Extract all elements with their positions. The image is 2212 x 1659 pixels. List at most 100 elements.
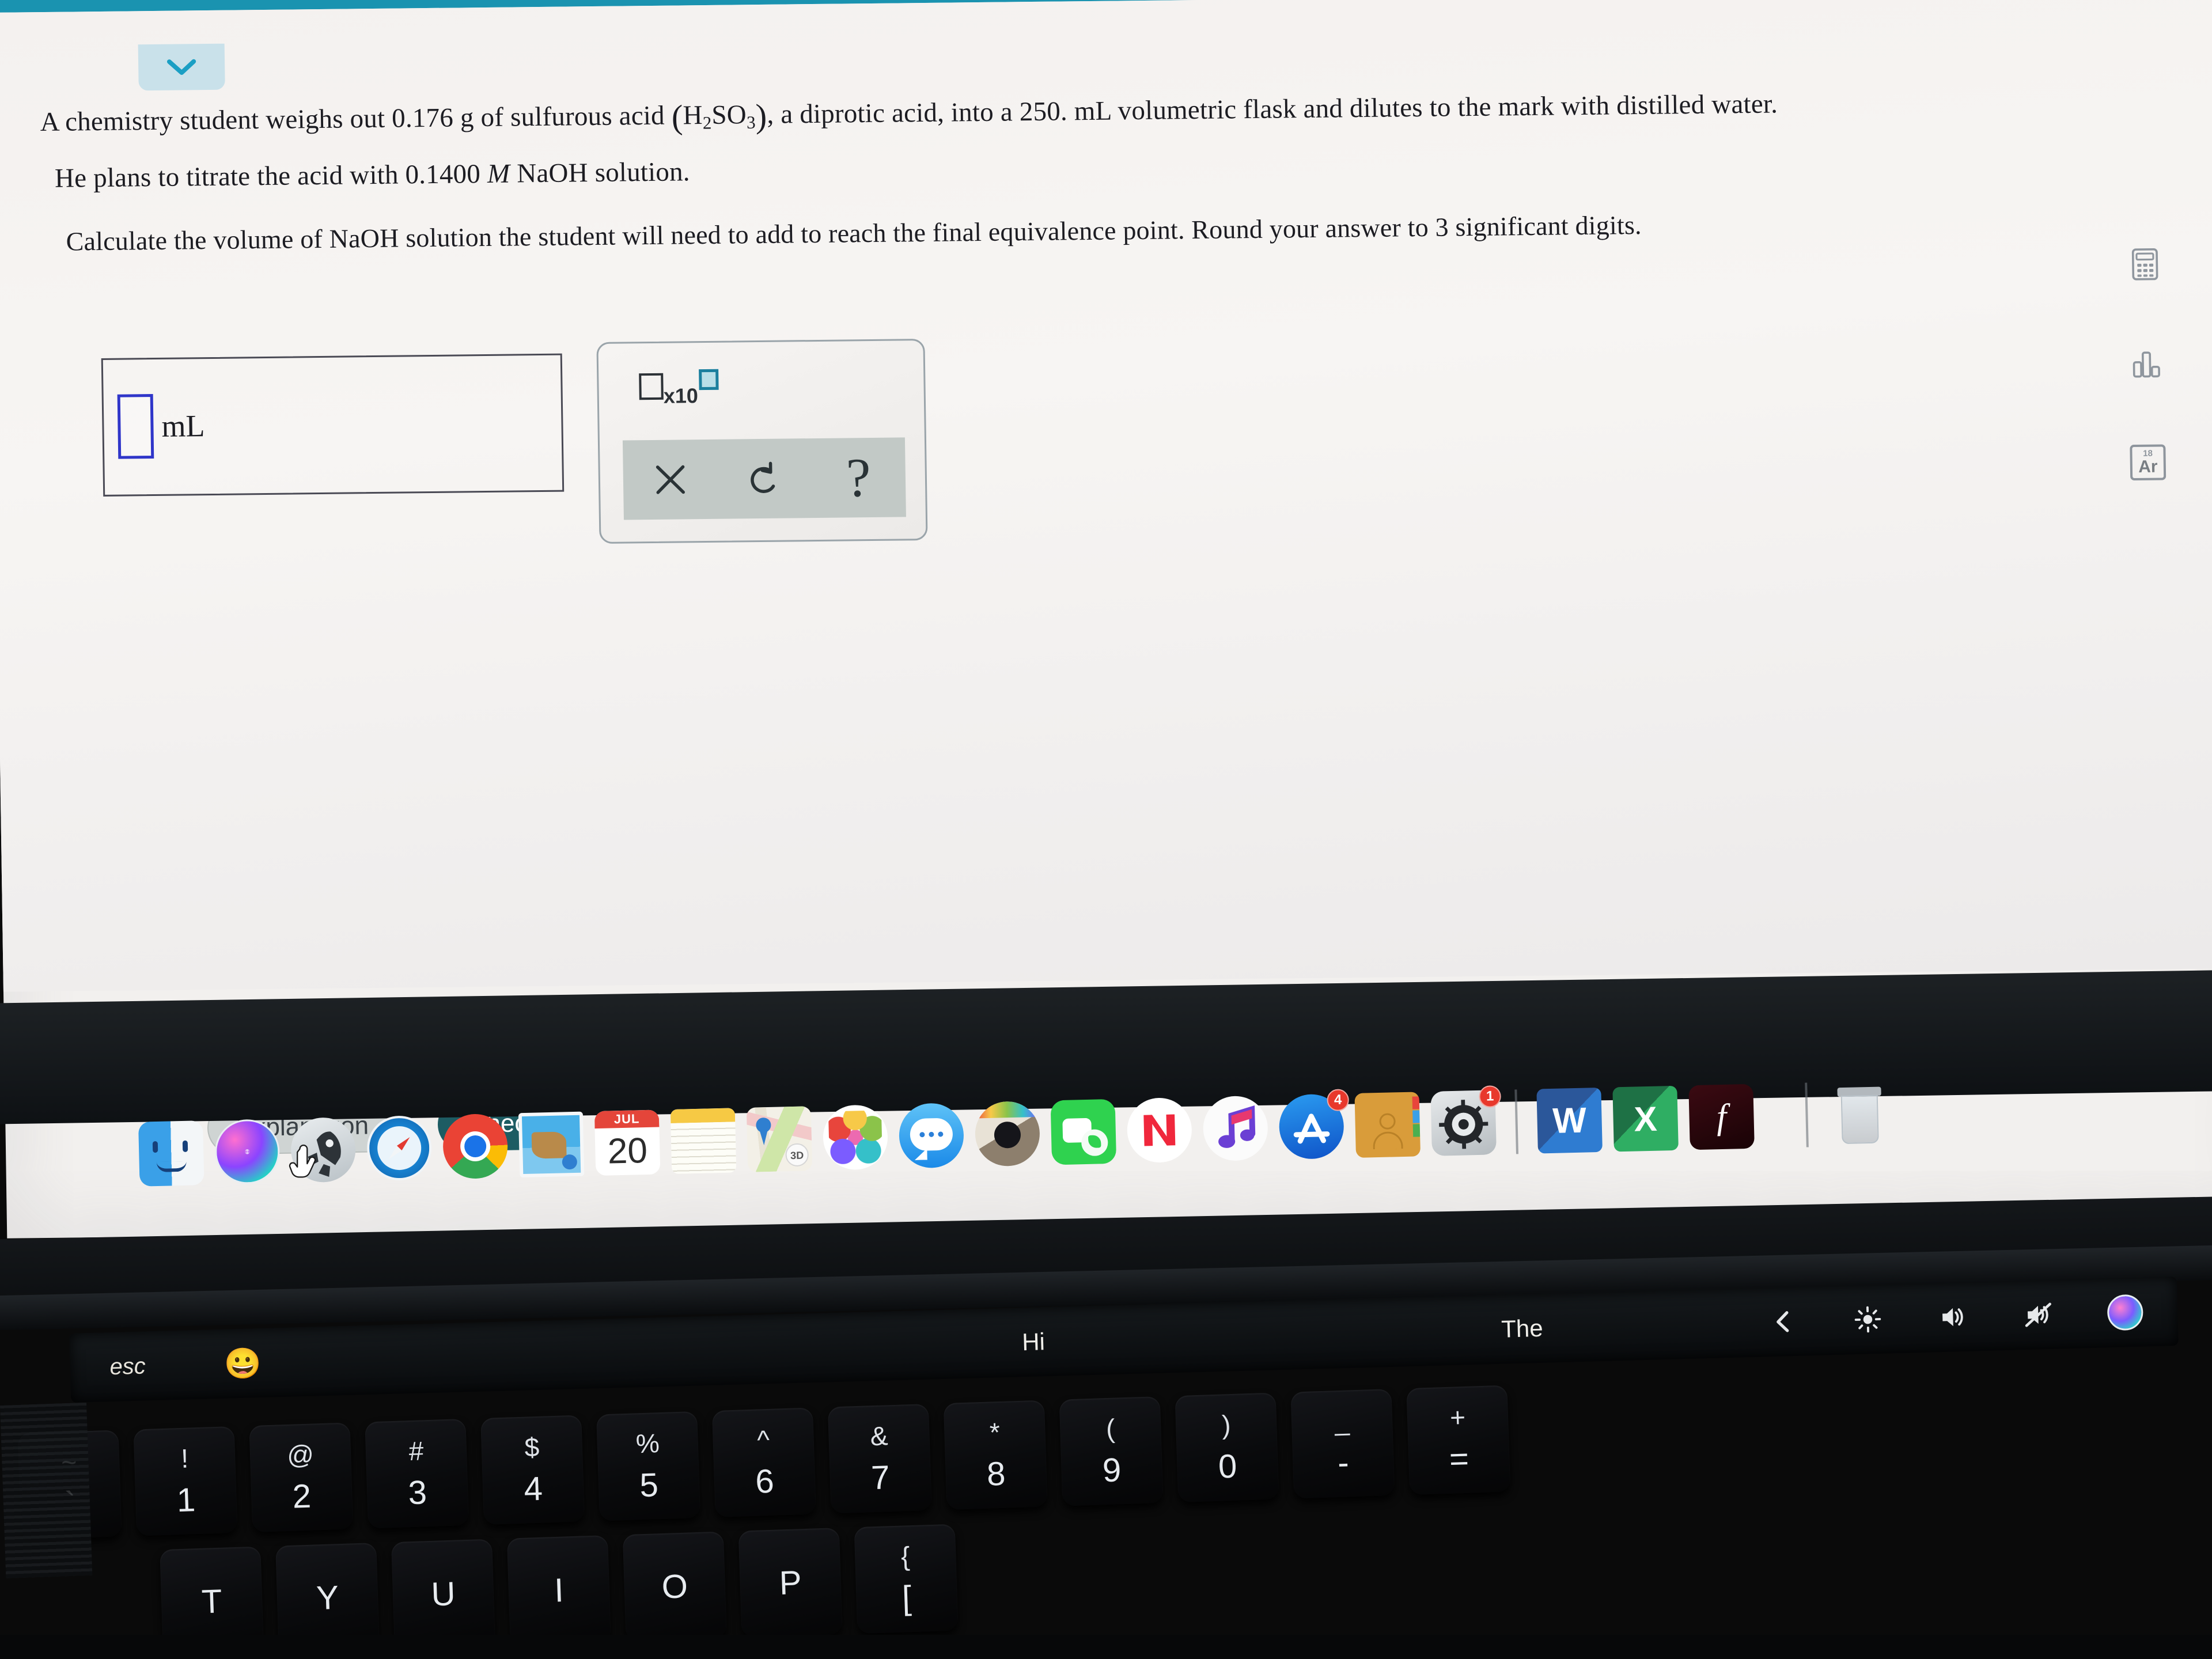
sci-x10-label: x10 bbox=[663, 384, 699, 408]
sidebar-item-periodic-table[interactable]: 18 Ar bbox=[2121, 435, 2175, 489]
dock-item-flash[interactable]: f bbox=[1688, 1084, 1755, 1150]
dock-item-itunes-legacy[interactable] bbox=[974, 1100, 1041, 1167]
dock-item-music[interactable] bbox=[1202, 1095, 1269, 1162]
touchbar-prediction-2[interactable]: The bbox=[1278, 1308, 1767, 1349]
dock-item-notes[interactable] bbox=[670, 1108, 737, 1174]
undo-icon bbox=[751, 461, 775, 493]
key-legend: Y bbox=[316, 1578, 339, 1617]
scientific-notation-button[interactable]: x10 bbox=[639, 369, 719, 408]
touchbar-esc-key[interactable]: esc bbox=[70, 1352, 185, 1381]
q1-sub-2: 2 bbox=[702, 112, 712, 133]
undo-button[interactable] bbox=[732, 449, 796, 507]
touchbar-prediction-1[interactable]: Hi bbox=[789, 1321, 1278, 1362]
dock-item-calendar[interactable]: JUL 20 bbox=[594, 1109, 661, 1176]
touchbar-predictions: Hi The bbox=[300, 1308, 1767, 1376]
key-2[interactable]: @ 2 bbox=[249, 1422, 354, 1532]
help-icon: ? bbox=[846, 446, 872, 509]
dock-item-system-preferences[interactable]: 1 bbox=[1430, 1085, 1502, 1156]
key-legend-top: ! bbox=[180, 1443, 189, 1474]
key-letter-o[interactable]: O bbox=[622, 1531, 727, 1642]
touchbar-mute-button[interactable] bbox=[2022, 1298, 2055, 1331]
key-legend-bottom: 8 bbox=[986, 1455, 1006, 1493]
q2-part-a: He plans to titrate the acid with 0.1400 bbox=[54, 158, 488, 194]
clear-button[interactable] bbox=[638, 450, 702, 509]
dock-item-finder[interactable] bbox=[138, 1120, 204, 1187]
key-legend-bottom: - bbox=[1337, 1444, 1350, 1482]
touchbar-volume-button[interactable] bbox=[1937, 1301, 1969, 1334]
key-legend-top: # bbox=[408, 1435, 425, 1467]
key-letter-u[interactable]: U bbox=[391, 1539, 495, 1649]
key-legend-top: ) bbox=[1221, 1410, 1232, 1440]
dock-item-siri[interactable] bbox=[214, 1119, 281, 1185]
system-preferences-badge: 1 bbox=[1479, 1085, 1502, 1108]
key-bracket-left[interactable]: { [ bbox=[854, 1524, 959, 1634]
periodic-table-icon: 18 Ar bbox=[2130, 444, 2166, 481]
dock-item-safari[interactable] bbox=[366, 1115, 433, 1181]
collapse-toggle[interactable] bbox=[138, 43, 225, 91]
key-legend-bottom: 0 bbox=[1217, 1447, 1238, 1486]
key-legend-bottom: 5 bbox=[639, 1466, 659, 1505]
sidebar-item-calculator[interactable] bbox=[2118, 237, 2172, 291]
touchbar-siri-button[interactable] bbox=[2107, 1294, 2144, 1331]
touchbar-prediction-0[interactable] bbox=[300, 1349, 789, 1362]
dock-item-chrome[interactable] bbox=[442, 1113, 509, 1180]
key-legend-top: * bbox=[989, 1417, 1001, 1448]
answer-box[interactable]: mL bbox=[101, 353, 565, 497]
key-0[interactable]: ) 0 bbox=[1175, 1392, 1279, 1503]
touchbar-emoji-key[interactable]: 😀 bbox=[185, 1344, 301, 1382]
dock-item-news[interactable] bbox=[1126, 1097, 1193, 1164]
sidebar-item-data-chart[interactable] bbox=[2120, 336, 2173, 390]
key-legend-bottom: 1 bbox=[176, 1481, 196, 1520]
element-symbol: Ar bbox=[2138, 457, 2158, 476]
collapse-chevron-icon bbox=[1777, 1311, 1789, 1332]
key-6[interactable]: ^ 6 bbox=[711, 1407, 816, 1518]
key-equals[interactable]: + = bbox=[1406, 1385, 1511, 1495]
palette-toolbar: ? bbox=[622, 437, 906, 520]
key-legend-bottom: 6 bbox=[755, 1462, 775, 1501]
key-7[interactable]: & 7 bbox=[827, 1403, 932, 1514]
help-button[interactable]: ? bbox=[826, 446, 890, 509]
dock-item-maps[interactable]: 3D bbox=[746, 1106, 813, 1172]
app-store-badge: 4 bbox=[1327, 1089, 1350, 1112]
volume-up-icon bbox=[1942, 1308, 1963, 1327]
q2-molarity-symbol: M bbox=[487, 158, 510, 189]
key-legend-bottom: = bbox=[1448, 1440, 1469, 1478]
brightness-icon bbox=[1854, 1306, 1881, 1333]
dock-item-messages[interactable] bbox=[898, 1103, 965, 1169]
key-letter-p[interactable]: P bbox=[738, 1528, 843, 1638]
math-palette: x10 ? bbox=[596, 339, 928, 544]
touchbar-collapse-button[interactable] bbox=[1766, 1305, 1799, 1338]
dock-divider-2 bbox=[1805, 1082, 1809, 1147]
dock-item-photos[interactable] bbox=[822, 1104, 889, 1171]
mantissa-placeholder-box bbox=[639, 373, 664, 400]
key-legend-top: @ bbox=[286, 1439, 315, 1470]
key-8[interactable]: * 8 bbox=[943, 1400, 1048, 1510]
key-legend-bottom: 3 bbox=[407, 1474, 427, 1512]
answer-cell: mL bbox=[117, 393, 206, 459]
touchbar-controls bbox=[1766, 1293, 2178, 1340]
key-legend-bottom: [ bbox=[902, 1579, 912, 1617]
key-legend: T bbox=[200, 1582, 223, 1620]
touchbar-brightness-button[interactable] bbox=[1851, 1303, 1884, 1336]
key-legend: O bbox=[661, 1567, 688, 1606]
dock-item-word[interactable]: W bbox=[1536, 1087, 1603, 1154]
key-1[interactable]: ! 1 bbox=[133, 1426, 238, 1536]
dock-item-trash[interactable] bbox=[1827, 1081, 1893, 1147]
key-9[interactable]: ( 9 bbox=[1059, 1396, 1164, 1506]
dock-item-excel[interactable]: X bbox=[1612, 1085, 1679, 1152]
key-minus[interactable]: _ - bbox=[1290, 1389, 1395, 1499]
dock-item-mail[interactable] bbox=[518, 1111, 585, 1178]
key-letter-i[interactable]: I bbox=[506, 1535, 611, 1645]
q1-sub-3: 3 bbox=[746, 112, 756, 132]
dock-item-facetime[interactable] bbox=[1050, 1099, 1117, 1165]
q1-paren-close: ) bbox=[755, 97, 767, 135]
tool-sidebar: 18 Ar bbox=[2118, 237, 2186, 535]
dock-item-app-store[interactable]: 4 bbox=[1278, 1089, 1350, 1160]
key-5[interactable]: % 5 bbox=[596, 1411, 700, 1521]
dock-item-contacts[interactable] bbox=[1354, 1092, 1421, 1158]
q1-part-b: , a diprotic acid, into a 250. mL volume… bbox=[766, 89, 1778, 130]
key-4[interactable]: $ 4 bbox=[480, 1415, 585, 1525]
key-legend-bottom: 7 bbox=[870, 1459, 891, 1497]
answer-input[interactable] bbox=[117, 394, 154, 459]
key-3[interactable]: # 3 bbox=[365, 1418, 469, 1529]
